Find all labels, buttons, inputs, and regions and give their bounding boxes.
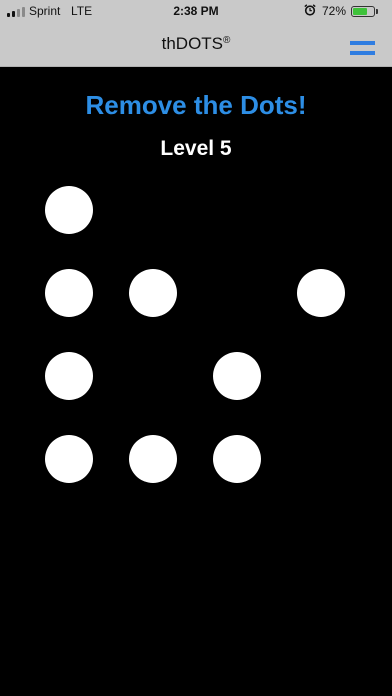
dot-r2-c0[interactable]	[45, 352, 93, 400]
dot-r2-c2[interactable]	[213, 352, 261, 400]
dot-r3-c0[interactable]	[45, 435, 93, 483]
dot-r1-c3[interactable]	[297, 269, 345, 317]
dot-r3-c2[interactable]	[213, 435, 261, 483]
dot-r0-c0[interactable]	[45, 186, 93, 234]
dot-r3-c1[interactable]	[129, 435, 177, 483]
dot-r1-c1[interactable]	[129, 269, 177, 317]
dot-board	[0, 0, 392, 696]
dot-r1-c0[interactable]	[45, 269, 93, 317]
